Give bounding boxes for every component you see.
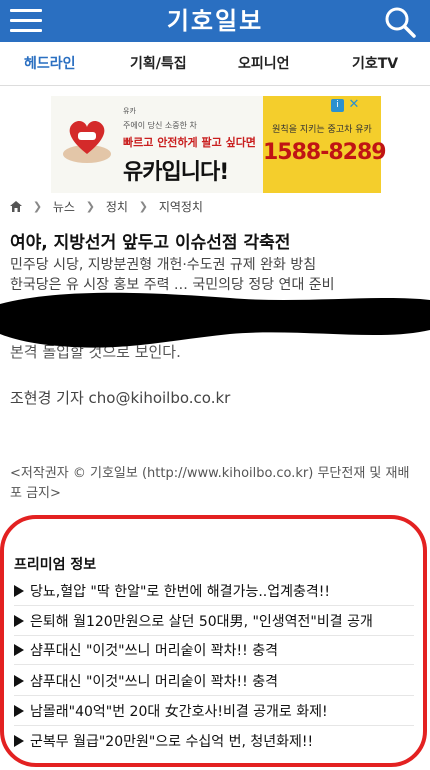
triangle-right-icon <box>14 615 24 627</box>
copyright-notice: <저작권자 © 기호일보 (http://www.kihoilbo.co.kr)… <box>10 466 410 501</box>
breadcrumb: ❯ 뉴스 ❯ 정치 ❯ 지역정치 <box>10 198 203 218</box>
premium-title: 프리미엄 정보 <box>14 557 97 573</box>
tab-opinion[interactable]: 오피니언 <box>238 42 290 86</box>
triangle-right-icon <box>14 585 24 597</box>
breadcrumb-politics[interactable]: 정치 <box>106 198 128 215</box>
ad-right-copy: 원칙을 지키는 중고차 유카 <box>272 125 372 135</box>
premium-link-text: 샴푸대신 "이것"쓰니 머리숱이 꽉차!! 충격 <box>30 643 278 659</box>
chevron-right-icon: ❯ <box>32 200 43 213</box>
ad-tagline: 빠르고 안전하게 팔고 싶다면 <box>123 136 256 149</box>
search-icon[interactable] <box>384 6 416 38</box>
premium-link-text: 군복무 월급"20만원"으로 수십억 번, 청년화제!! <box>30 734 314 750</box>
ad-brand-small: 유카 <box>123 107 136 115</box>
premium-info-box: 프리미엄 정보 당뇨,혈압 "딱 한알"로 한번에 해결가능..업계충격!! 은… <box>0 515 427 767</box>
chevron-right-icon: ❯ <box>138 200 148 213</box>
chevron-right-icon: ❯ <box>85 200 96 213</box>
article-summary-line: 민주당 시당, 지방분권형 개헌·수도권 규제 완화 방침 <box>10 257 317 273</box>
reporter-byline: 조현경 기자 cho@kihoilbo.co.kr <box>10 389 231 407</box>
home-icon[interactable] <box>10 201 22 212</box>
premium-link[interactable]: 군복무 월급"20만원"으로 수십억 번, 청년화제!! <box>14 728 414 756</box>
site-logo[interactable]: 기호일보 <box>0 0 430 42</box>
premium-link[interactable]: 샴푸대신 "이것"쓰니 머리숱이 꽉차!! 충격 <box>14 637 414 665</box>
premium-link-text: 당뇨,혈압 "딱 한알"로 한번에 해결가능..업계충격!! <box>30 584 330 600</box>
breadcrumb-local-politics[interactable]: 지역정치 <box>159 198 203 215</box>
article-headline: 여야, 지방선거 앞두고 이슈선점 각축전 <box>10 233 291 253</box>
ad-banner[interactable]: 유카 주에이 당신 소중한 차 빠르고 안전하게 팔고 싶다면 유카입니다! 원… <box>51 96 387 193</box>
section-nav: 헤드라인 기획/특집 오피니언 기호TV <box>0 42 430 86</box>
ad-close-icon[interactable]: ✕ <box>347 98 361 112</box>
premium-link-text: 남몰래"40억"번 20대 女간호사!비결 공개로 화제! <box>30 704 328 720</box>
premium-link[interactable]: 남몰래"40억"번 20대 女간호사!비결 공개로 화제! <box>14 698 414 726</box>
triangle-right-icon <box>14 644 24 656</box>
ad-phone-number: 1588-8289 <box>263 140 387 165</box>
ad-left-panel: 유카 주에이 당신 소중한 차 빠르고 안전하게 팔고 싶다면 유카입니다! <box>51 96 263 193</box>
tab-headline[interactable]: 헤드라인 <box>24 42 76 86</box>
top-bar: 기호일보 <box>0 0 430 42</box>
triangle-right-icon <box>14 705 24 717</box>
ad-small-copy: 주에이 당신 소중한 차 <box>123 121 197 130</box>
premium-link[interactable]: 당뇨,혈압 "딱 한알"로 한번에 해결가능..업계충격!! <box>14 578 414 606</box>
premium-link[interactable]: 은퇴해 월120만원으로 살던 50대男, "인생역전"비결 공개 <box>14 608 414 636</box>
car-heart-icon <box>63 120 111 163</box>
tab-kiho-tv[interactable]: 기호TV <box>352 42 398 86</box>
ad-right-panel: 원칙을 지키는 중고차 유카 1588-8289 <box>263 96 387 193</box>
ad-info-icon[interactable]: i <box>331 99 344 112</box>
premium-link[interactable]: 샴푸대신 "이것"쓰니 머리숱이 꽉차!! 충격 <box>14 668 414 696</box>
premium-link-text: 샴푸대신 "이것"쓰니 머리숱이 꽉차!! 충격 <box>30 674 278 690</box>
ad-headline: 유카입니다! <box>123 160 229 185</box>
redaction-scribble <box>0 292 430 348</box>
triangle-right-icon <box>14 675 24 687</box>
breadcrumb-news[interactable]: 뉴스 <box>53 198 75 215</box>
triangle-right-icon <box>14 735 24 747</box>
premium-link-text: 은퇴해 월120만원으로 살던 50대男, "인생역전"비결 공개 <box>30 614 373 630</box>
tab-features[interactable]: 기획/특집 <box>130 42 187 86</box>
